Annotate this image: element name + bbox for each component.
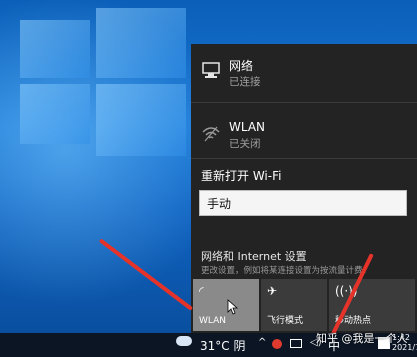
divider — [191, 158, 417, 159]
divider — [191, 102, 417, 103]
mouse-cursor-icon — [227, 299, 239, 315]
airplane-icon: ✈ — [267, 284, 278, 298]
ethernet-icon — [202, 62, 220, 78]
wallpaper-window-pane — [96, 8, 186, 78]
network-name: WLAN — [229, 120, 266, 134]
network-name: 网络 — [229, 59, 254, 73]
network-settings-subtitle: 更改设置，例如将某连接设置为按流量计费。 — [201, 266, 372, 276]
weather-icon — [176, 336, 192, 346]
wifi-reconnect-value: 手动 — [207, 197, 232, 211]
tile-airplane-mode[interactable]: ✈ 飞行模式 — [261, 279, 327, 331]
network-item-ethernet[interactable]: 网络 已连接 — [191, 54, 417, 94]
wifi-icon: ◜ — [199, 284, 204, 298]
wallpaper-window-pane — [96, 84, 186, 156]
network-item-wlan[interactable]: WLAN 已关闭 — [191, 114, 417, 154]
wallpaper-window-pane — [20, 84, 90, 144]
wifi-reconnect-select[interactable]: 手动 — [199, 190, 407, 216]
network-settings-link[interactable]: 网络和 Internet 设置 — [201, 248, 307, 264]
record-icon[interactable] — [272, 339, 282, 349]
tile-mobile-hotspot[interactable]: ((·)) 移动热点 — [329, 279, 415, 331]
tile-label: WLAN — [199, 316, 227, 326]
wifi-icon — [202, 126, 220, 142]
network-tray-icon[interactable] — [290, 339, 302, 348]
network-status: 已连接 — [229, 76, 261, 88]
chevron-up-icon[interactable]: ^ — [258, 337, 266, 348]
tile-wlan[interactable]: ◜ WLAN — [193, 279, 259, 331]
network-status: 已关闭 — [229, 138, 261, 150]
weather-text[interactable]: 31°C 阴 — [200, 337, 245, 354]
network-flyout: 网络 已连接 WLAN 已关闭 重新打开 Wi-Fi 手动 网络和 Intern… — [191, 44, 417, 333]
watermark: 知乎 @我是一个人 — [316, 332, 408, 345]
tile-label: 飞行模式 — [267, 316, 304, 326]
wallpaper-window-pane — [20, 20, 90, 78]
wifi-reconnect-label: 重新打开 Wi-Fi — [201, 169, 282, 183]
